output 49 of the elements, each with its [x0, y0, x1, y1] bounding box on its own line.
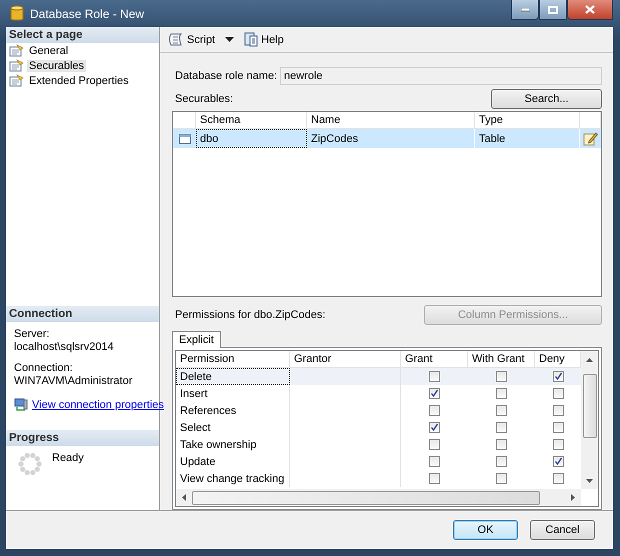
column-header[interactable]: Grant [401, 351, 468, 368]
role-name-field[interactable]: newrole [280, 67, 602, 85]
connection-properties-link[interactable]: View connection properties [32, 399, 164, 411]
permission-name: Take ownership [176, 436, 290, 453]
progress-status: Ready [52, 452, 84, 466]
column-header[interactable]: Name [307, 112, 475, 129]
page-item[interactable]: Extended Properties [27, 74, 131, 86]
page-item[interactable]: General [27, 44, 70, 56]
section-header: Connection [6, 306, 159, 322]
permission-name: View change tracking [176, 470, 290, 487]
permission-row[interactable]: Take ownership [176, 436, 581, 453]
column-header[interactable]: Type [475, 112, 580, 129]
permission-row[interactable]: Insert [176, 385, 581, 402]
column-header[interactable]: With Grant [468, 351, 535, 368]
script-button[interactable]: Script [166, 31, 218, 48]
section-header: Select a page [6, 27, 159, 43]
permission-name: Insert [176, 385, 290, 402]
section-header: Progress [6, 430, 159, 446]
permission-name: Delete [176, 368, 290, 385]
ok-button[interactable]: OK [453, 520, 518, 540]
explicit-tab[interactable]: Explicit [172, 331, 221, 348]
help-button[interactable]: Help [242, 31, 286, 48]
permission-name: Update [176, 453, 290, 470]
securable-row[interactable]: dbo ZipCodes Table [173, 129, 601, 148]
table-cell: dbo [196, 129, 307, 148]
permission-name: Select [176, 419, 290, 436]
table-cell: Table [475, 129, 580, 148]
role-name-label: Database role name: [174, 70, 278, 82]
server-label: Server: [14, 328, 50, 341]
connection-value: WIN7AVM\Administrator [14, 375, 134, 388]
permission-row[interactable]: Update [176, 453, 581, 470]
column-header[interactable]: Deny [535, 351, 581, 368]
table-cell: ZipCodes [307, 129, 475, 148]
server-value: localhost\sqlsrv2014 [14, 341, 115, 354]
page-item[interactable]: Securables [27, 60, 86, 72]
permission-row[interactable]: References [176, 402, 581, 419]
search-button[interactable]: Search... [491, 89, 602, 109]
column-header[interactable]: Grantor [290, 351, 401, 368]
column-header[interactable]: Schema [196, 112, 307, 129]
column-header[interactable]: Permission [176, 351, 290, 368]
permission-row[interactable]: View change tracking [176, 470, 581, 487]
securables-label: Securables: [174, 93, 234, 105]
cancel-button[interactable]: Cancel [530, 520, 595, 540]
permissions-label: Permissions for dbo.ZipCodes: [174, 309, 326, 321]
window-title: Database Role - New [30, 6, 146, 20]
permission-row[interactable]: Delete [176, 368, 581, 385]
connection-label: Connection: [14, 362, 74, 375]
permission-row[interactable]: Select [176, 419, 581, 436]
permission-name: References [176, 402, 290, 419]
